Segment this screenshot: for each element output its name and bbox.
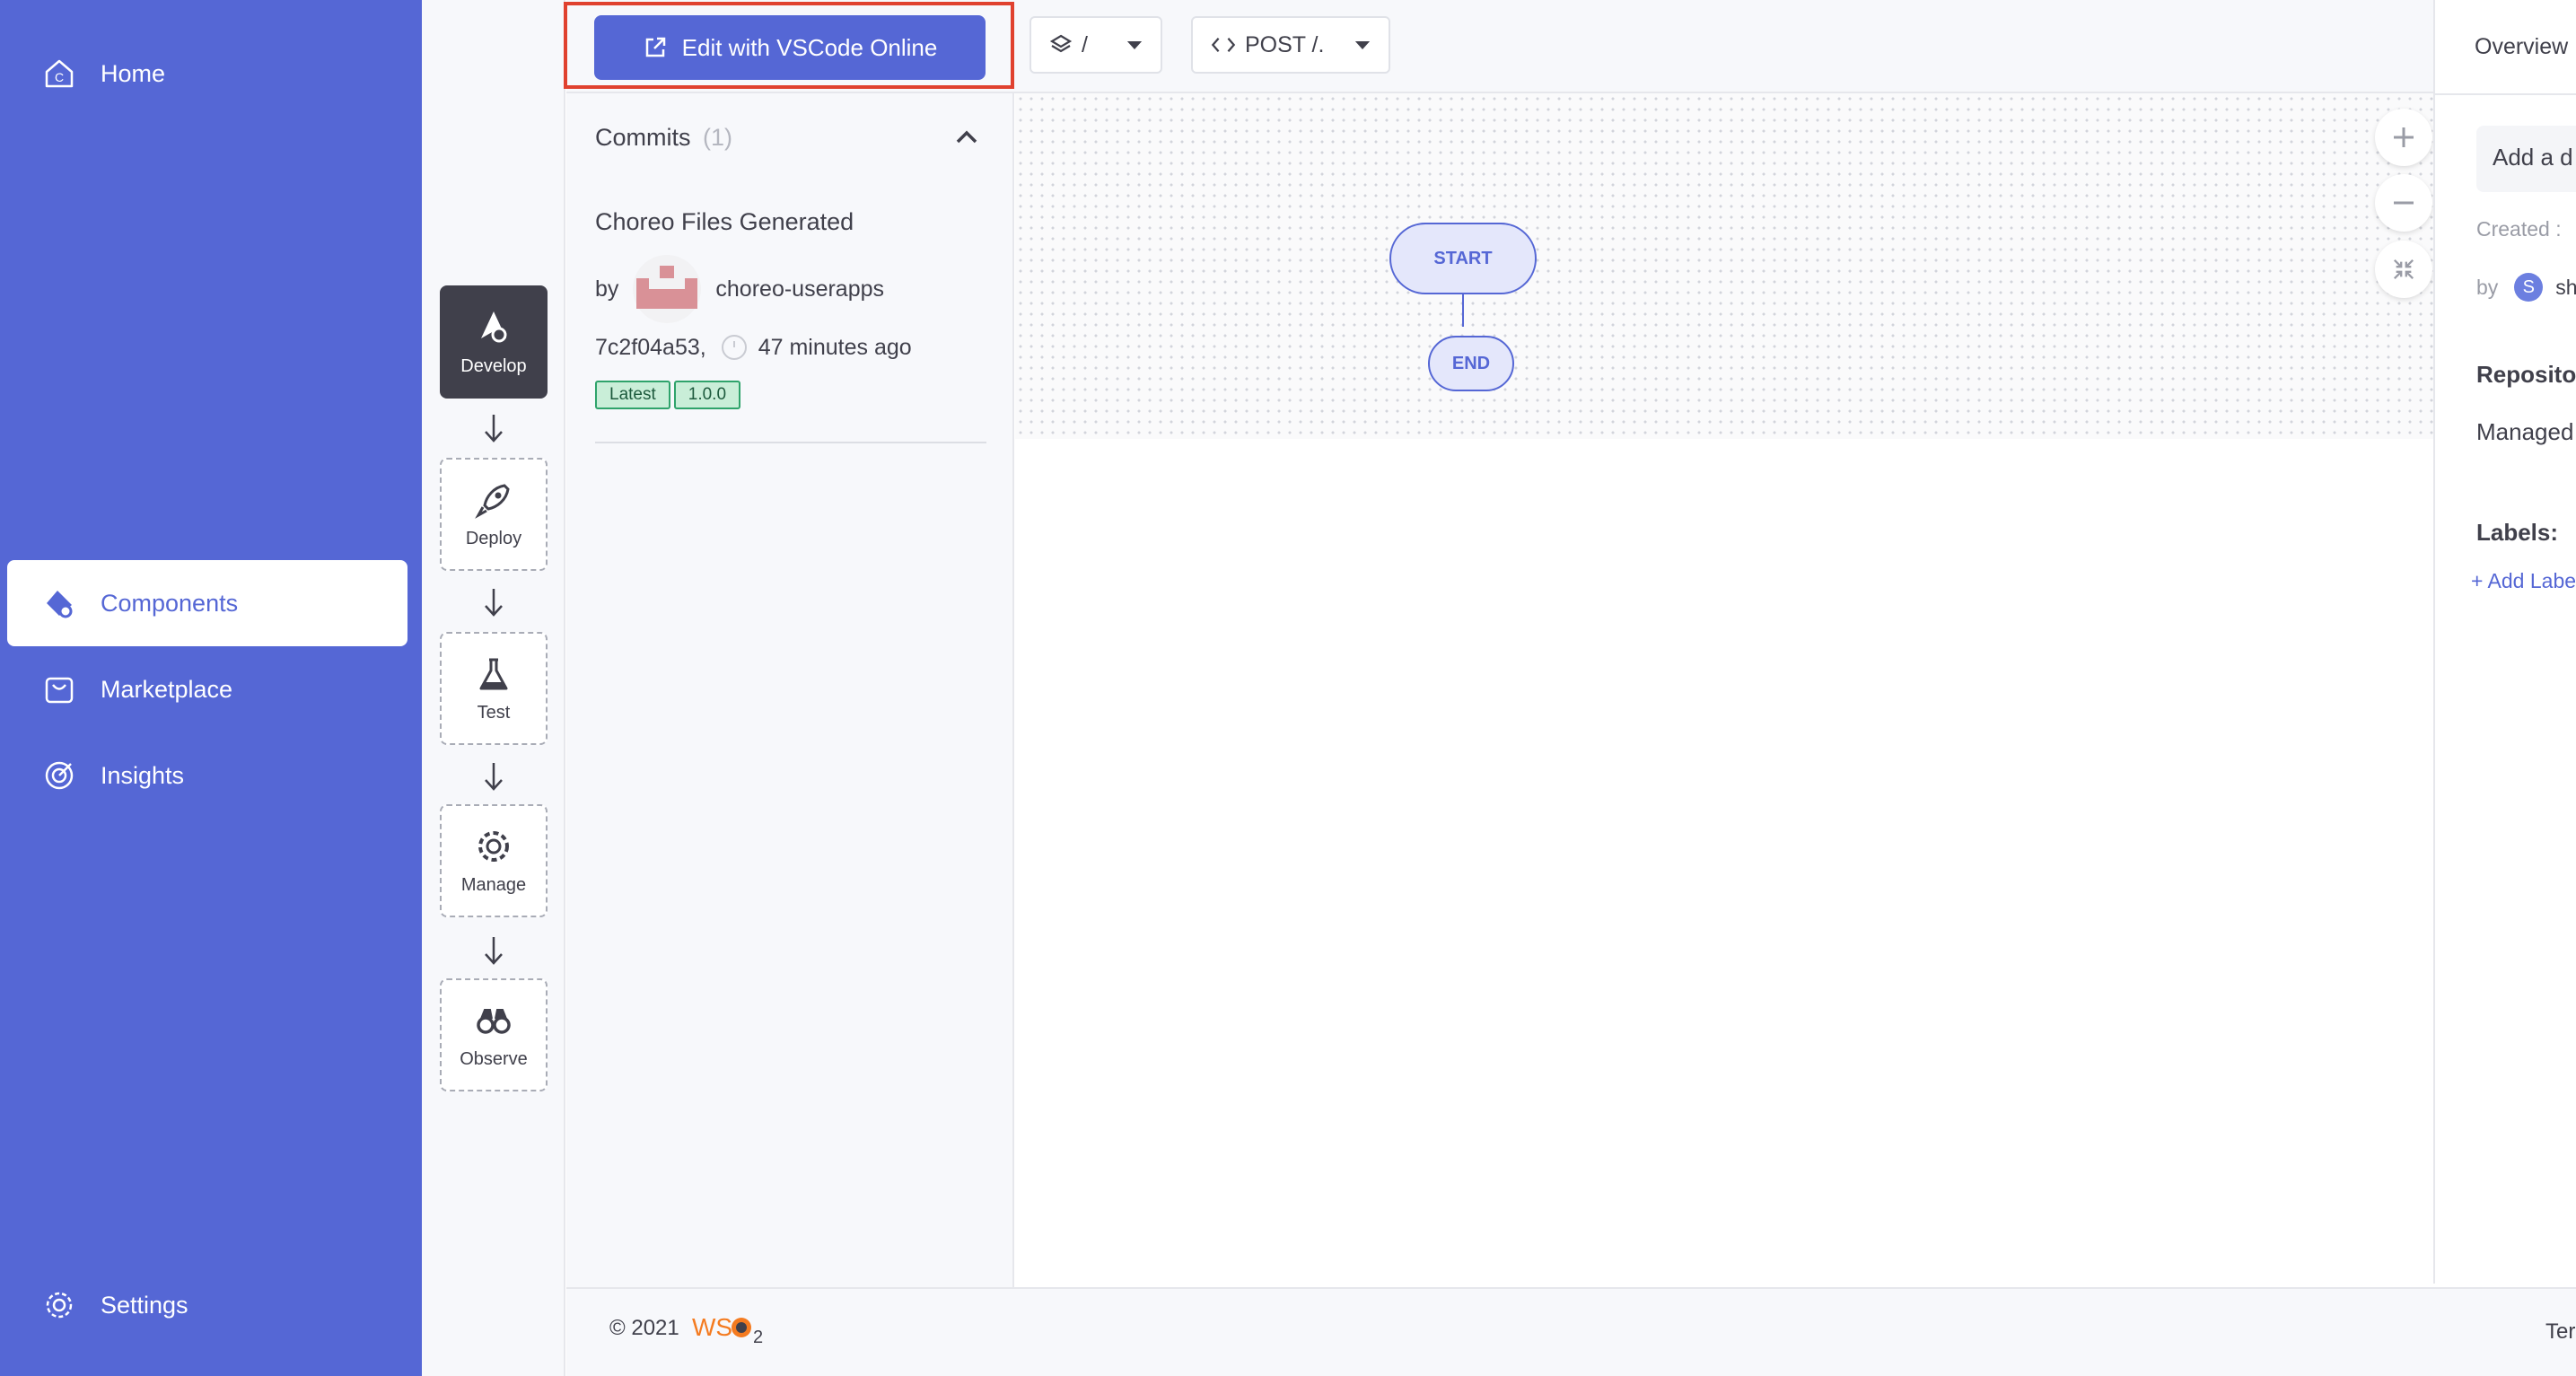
step-develop[interactable]: Develop xyxy=(440,285,548,399)
sidebar-item-label: Components xyxy=(101,589,239,617)
commits-header[interactable]: Commits (1) xyxy=(595,124,732,152)
arrow-down-icon xyxy=(485,415,503,443)
clock-icon xyxy=(721,335,747,360)
commit-time: 47 minutes ago xyxy=(758,334,912,360)
commit-hash[interactable]: 7c2f04a53, xyxy=(595,335,706,361)
avatar xyxy=(633,255,702,323)
overview-divider xyxy=(2435,93,2576,95)
arrow-down-icon xyxy=(485,937,503,965)
sidebar-item-insights[interactable]: Insights xyxy=(7,732,407,819)
sidebar-item-label: Marketplace xyxy=(101,675,233,703)
sidebar-item-label: Home xyxy=(101,59,166,87)
commits-panel: Commits (1) Choreo Files Generated by ch… xyxy=(566,93,1014,1287)
step-label: Develop xyxy=(460,355,527,376)
svg-text:C: C xyxy=(55,70,64,84)
step-label: Deploy xyxy=(465,528,522,548)
connector-line xyxy=(1462,294,1464,327)
repository-value: Managed xyxy=(2476,418,2574,445)
gear-icon xyxy=(478,830,509,862)
resource-select-value: POST /. xyxy=(1245,31,1325,57)
commit-author-row: by choreo-userapps xyxy=(595,253,884,325)
code-icon xyxy=(1211,38,1236,52)
creator-row: by S sh xyxy=(2476,273,2576,302)
fit-to-screen-button[interactable] xyxy=(2375,241,2432,298)
develop-icon xyxy=(481,311,507,342)
repository-heading: Reposito xyxy=(2476,361,2576,388)
step-label: Test xyxy=(477,702,511,723)
insights-icon xyxy=(45,761,74,790)
footer: © 2021 WS 2 Ter xyxy=(566,1287,2576,1376)
start-node[interactable]: START xyxy=(1389,223,1537,294)
divider xyxy=(595,442,986,443)
arrow-down-icon xyxy=(485,763,503,791)
commit-tags: Latest 1.0.0 xyxy=(595,381,744,409)
tag-version: 1.0.0 xyxy=(673,381,741,409)
copyright-text: © 2021 xyxy=(609,1316,679,1340)
plus-icon xyxy=(2394,127,2414,147)
add-label-link[interactable]: + Add Labe xyxy=(2471,569,2576,593)
collapse-icon xyxy=(2393,259,2414,280)
diagram-canvas[interactable]: START END xyxy=(1015,93,2433,439)
sidebar-item-components[interactable]: Components xyxy=(7,560,407,646)
home-icon: C xyxy=(45,59,74,88)
flask-icon xyxy=(479,658,508,689)
svg-text:2: 2 xyxy=(753,1328,763,1345)
step-deploy[interactable]: Deploy xyxy=(440,458,548,571)
tag-latest: Latest xyxy=(595,381,670,409)
rocket-icon xyxy=(475,483,510,519)
sidebar: C Home Components Marketplace Insights S… xyxy=(0,0,422,1376)
creator-avatar: S xyxy=(2514,273,2544,302)
end-node[interactable]: END xyxy=(1428,336,1514,391)
start-label: START xyxy=(1433,248,1493,268)
sidebar-item-home[interactable]: C Home xyxy=(7,31,407,117)
wso2-logo: WS 2 xyxy=(692,1313,763,1345)
commit-author: choreo-userapps xyxy=(715,276,885,302)
footer-copyright-row: © 2021 WS 2 xyxy=(609,1312,773,1345)
step-manage[interactable]: Manage xyxy=(440,804,548,917)
labels-heading: Labels: xyxy=(2476,519,2559,546)
description-input[interactable]: Add a d xyxy=(2476,126,2576,192)
sidebar-item-label: Settings xyxy=(101,1291,188,1319)
layers-icon xyxy=(1049,34,1073,53)
step-label: Observe xyxy=(460,1048,528,1069)
path-select-value: / xyxy=(1082,31,1088,57)
commit-message: Choreo Files Generated xyxy=(595,208,854,235)
overview-panel: Overview Add a d Created : by S sh Repos… xyxy=(2433,0,2576,1284)
arrow-down-icon xyxy=(485,589,503,617)
sidebar-item-settings[interactable]: Settings xyxy=(7,1262,407,1348)
overview-title: Overview xyxy=(2475,34,2569,59)
svg-text:WS: WS xyxy=(692,1313,732,1341)
marketplace-icon xyxy=(45,677,74,704)
resource-select[interactable]: POST /. xyxy=(1191,16,1390,74)
minus-icon xyxy=(2394,201,2414,205)
highlight-box xyxy=(564,2,1014,89)
chevron-up-icon[interactable] xyxy=(956,129,977,144)
creator-by: by xyxy=(2476,275,2499,299)
binoculars-icon xyxy=(477,1008,511,1034)
commit-by: by xyxy=(595,276,619,302)
step-test[interactable]: Test xyxy=(440,632,548,745)
commits-count: (1) xyxy=(703,124,733,151)
chevron-down-icon xyxy=(1354,40,1371,49)
commit-meta-row: 7c2f04a53, 47 minutes ago xyxy=(595,334,912,361)
step-observe[interactable]: Observe xyxy=(440,978,548,1091)
sidebar-item-label: Insights xyxy=(101,761,185,789)
chevron-down-icon xyxy=(1126,40,1143,49)
end-label: END xyxy=(1451,353,1491,373)
terms-link[interactable]: Ter xyxy=(2545,1319,2575,1345)
creator-name: sh xyxy=(2555,275,2576,299)
zoom-in-button[interactable] xyxy=(2375,109,2432,166)
settings-icon xyxy=(46,1292,73,1319)
path-select[interactable]: / xyxy=(1030,16,1162,74)
created-label: Created : xyxy=(2476,217,2562,241)
components-icon xyxy=(47,591,73,618)
commits-title: Commits xyxy=(595,124,691,151)
lifecycle-stepper: Develop Deploy Test Manage Observe xyxy=(422,0,565,1376)
step-label: Manage xyxy=(460,874,527,895)
sidebar-item-marketplace[interactable]: Marketplace xyxy=(7,646,407,732)
zoom-out-button[interactable] xyxy=(2375,174,2432,232)
